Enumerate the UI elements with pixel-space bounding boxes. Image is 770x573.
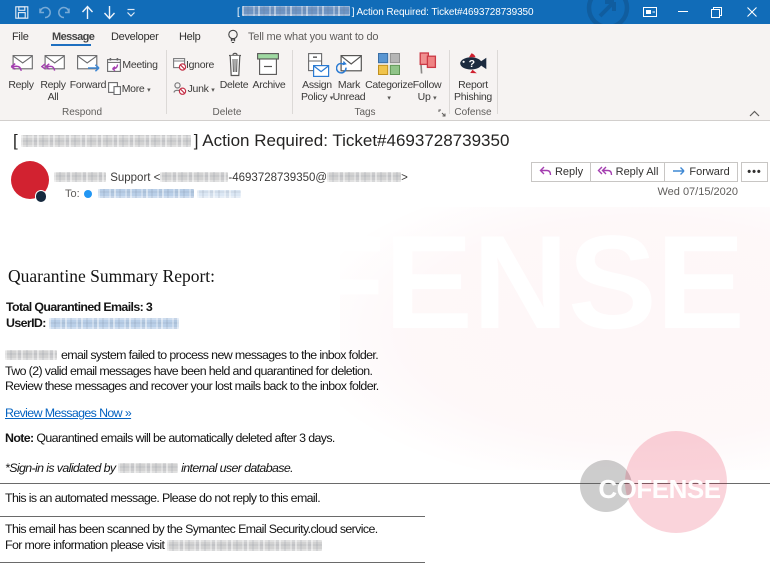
svg-text:?: ? [469,58,475,70]
